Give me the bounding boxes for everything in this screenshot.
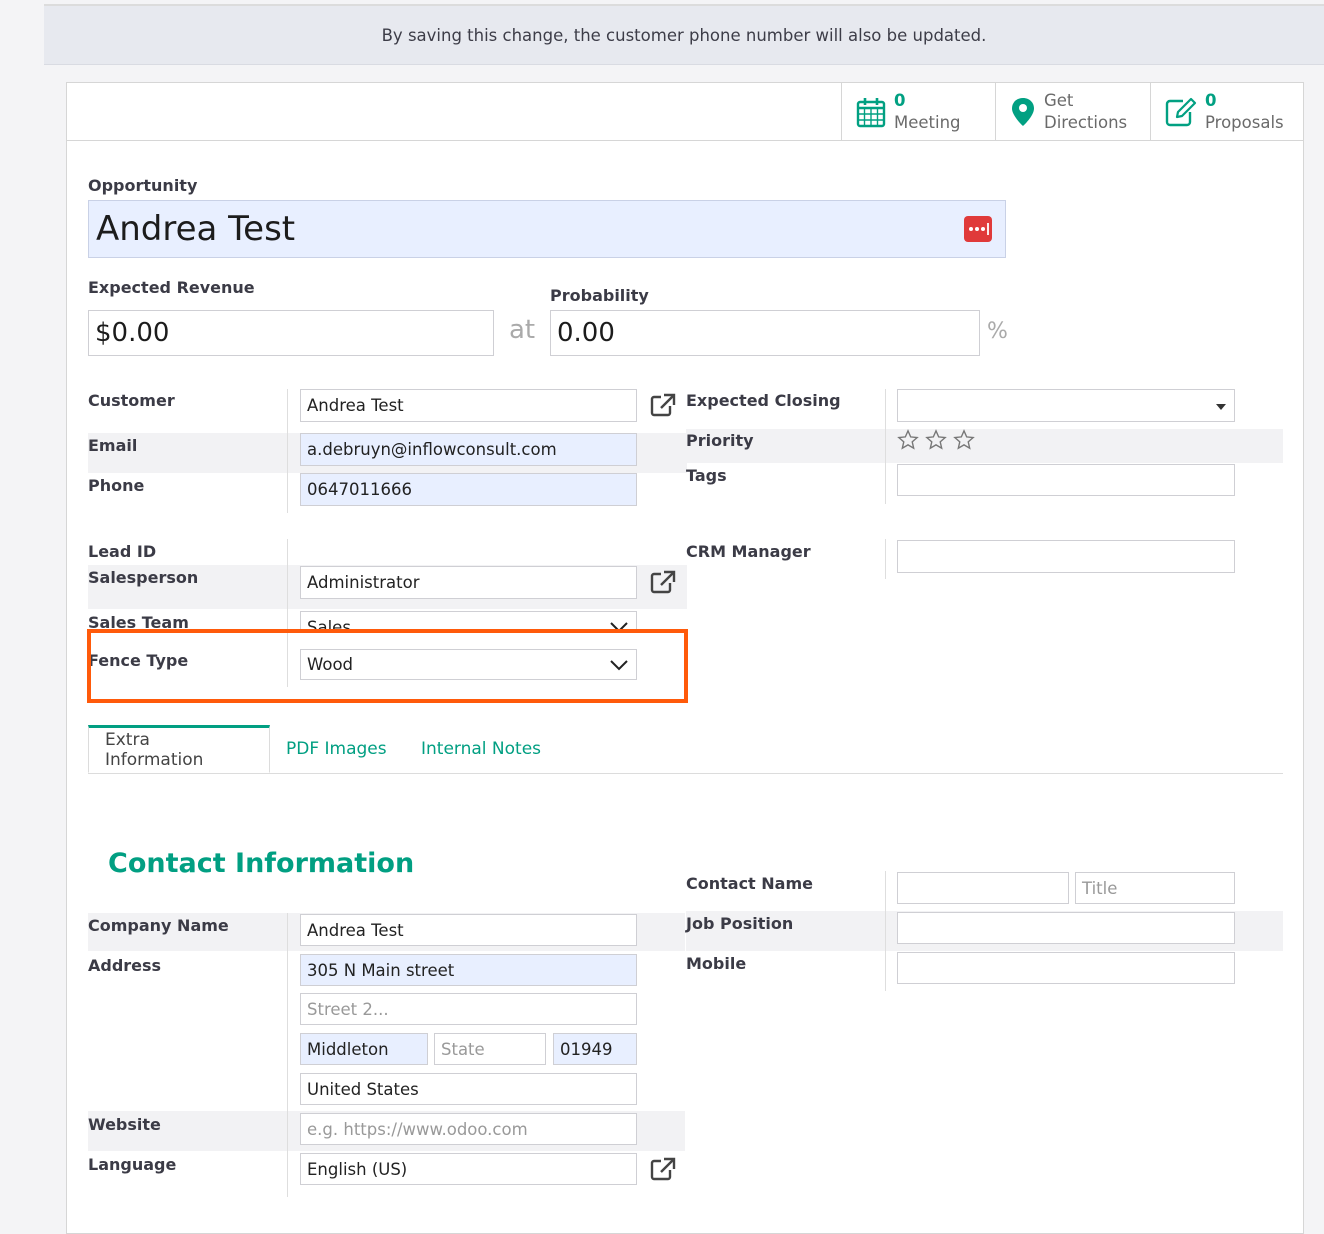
opportunity-label: Opportunity	[88, 176, 198, 195]
mobile-input[interactable]	[897, 952, 1235, 984]
job-position-input[interactable]	[897, 912, 1235, 944]
map-pin-icon	[1012, 97, 1034, 126]
phone-input[interactable]: 0647011666	[300, 473, 637, 506]
edit-square-icon	[1165, 97, 1197, 126]
button-box: 0 Meeting Get Directions 0 Proposals	[67, 83, 1303, 141]
right-separator-1	[885, 389, 886, 504]
crm-manager-input[interactable]	[897, 540, 1235, 573]
customer-external-link[interactable]	[637, 385, 689, 425]
expected-closing-input[interactable]	[897, 389, 1235, 422]
language-label: Language	[88, 1155, 177, 1174]
percent-sign: %	[987, 319, 1008, 344]
expected-revenue-label: Expected Revenue	[88, 278, 255, 297]
customer-label: Customer	[88, 391, 175, 410]
street2-input[interactable]: Street 2...	[300, 993, 637, 1025]
proposals-button[interactable]: 0 Proposals	[1150, 83, 1304, 140]
email-label: Email	[88, 436, 138, 455]
left-separator-1	[287, 389, 288, 513]
mobile-label: Mobile	[686, 954, 747, 973]
sales-team-select[interactable]: Sales	[300, 611, 637, 631]
at-text: at	[509, 315, 536, 345]
street-input[interactable]: 305 N Main street	[300, 954, 637, 986]
language-external-link[interactable]	[637, 1149, 689, 1189]
fence-type-highlight-box	[87, 629, 688, 703]
priority-row-bg	[686, 429, 1283, 463]
notebook-tabs: Extra Information PDF Images Internal No…	[88, 725, 1283, 774]
job-position-label: Job Position	[686, 914, 794, 933]
meeting-label: Meeting	[894, 112, 961, 132]
expected-closing-label: Expected Closing	[686, 391, 841, 410]
info-banner: By saving this change, the customer phon…	[44, 6, 1324, 65]
salesperson-input[interactable]: Administrator	[300, 566, 637, 599]
email-input[interactable]: a.debruyn@inflowconsult.com	[300, 433, 637, 466]
caret-down-icon	[1216, 404, 1226, 410]
expected-revenue-input[interactable]: $0.00	[88, 310, 494, 356]
get-directions-button[interactable]: Get Directions	[995, 83, 1151, 140]
probability-label: Probability	[550, 286, 649, 305]
external-link-icon	[650, 570, 676, 594]
contact-right-separator	[885, 871, 886, 991]
priority-label: Priority	[686, 431, 754, 450]
customer-input[interactable]: Andrea Test	[300, 389, 637, 422]
right-separator-2	[885, 539, 886, 579]
star-icon[interactable]	[953, 429, 975, 451]
city-input[interactable]: Middleton	[300, 1033, 428, 1065]
meeting-button[interactable]: 0 Meeting	[841, 83, 996, 140]
language-input[interactable]: English (US)	[300, 1153, 637, 1185]
salesperson-external-link[interactable]	[637, 562, 689, 602]
address-label: Address	[88, 956, 162, 975]
sales-team-row: Sales Team Sales	[88, 611, 708, 631]
contact-left-separator	[287, 913, 288, 1197]
tab-pdf-images[interactable]: PDF Images	[286, 725, 387, 773]
directions-line1: Get	[1044, 90, 1074, 110]
external-link-icon	[650, 1157, 676, 1181]
phone-label: Phone	[88, 476, 145, 495]
tab-internal-notes[interactable]: Internal Notes	[421, 725, 541, 773]
password-dots-icon[interactable]	[964, 216, 992, 242]
meeting-count: 0	[894, 90, 906, 110]
contact-name-input[interactable]	[897, 872, 1069, 904]
website-input[interactable]: e.g. https://www.odoo.com	[300, 1113, 637, 1145]
contact-name-label: Contact Name	[686, 874, 813, 893]
priority-stars	[897, 429, 975, 451]
proposals-count: 0	[1205, 90, 1217, 110]
tags-label: Tags	[686, 466, 727, 485]
opportunity-name-input[interactable]: Andrea Test	[88, 200, 1006, 258]
zip-input[interactable]: 01949	[553, 1033, 637, 1065]
star-icon[interactable]	[925, 429, 947, 451]
salesperson-label: Salesperson	[88, 568, 199, 587]
probability-input[interactable]: 0.00	[550, 310, 980, 356]
calendar-icon	[856, 97, 886, 127]
directions-line2: Directions	[1044, 112, 1128, 132]
opportunity-name-value: Andrea Test	[96, 209, 296, 249]
crm-manager-label: CRM Manager	[686, 542, 811, 561]
star-icon[interactable]	[897, 429, 919, 451]
lead-id-label: Lead ID	[88, 542, 157, 561]
external-link-icon	[650, 393, 676, 417]
contact-information-title: Contact Information	[108, 848, 415, 879]
tags-input[interactable]	[897, 464, 1235, 496]
proposals-label: Proposals	[1205, 112, 1284, 132]
tab-extra-information[interactable]: Extra Information	[88, 725, 270, 773]
website-label: Website	[88, 1115, 161, 1134]
company-name-label: Company Name	[88, 916, 229, 935]
contact-title-input[interactable]: Title	[1075, 872, 1235, 904]
state-input[interactable]: State	[434, 1033, 546, 1065]
country-input[interactable]: United States	[300, 1073, 637, 1105]
company-name-input[interactable]: Andrea Test	[300, 914, 637, 946]
